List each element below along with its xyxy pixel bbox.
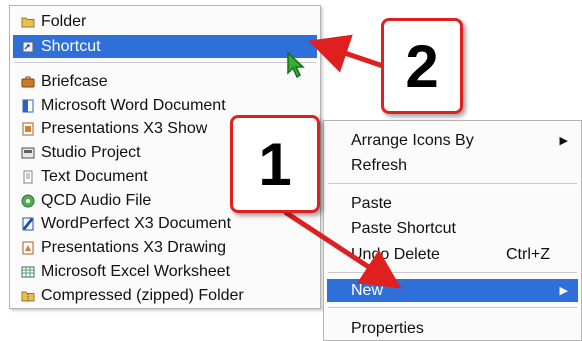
mouse-cursor-icon [287,51,305,79]
callout-1-arrow [283,209,402,289]
callout-2-arrow [308,34,384,73]
callout-number: 2 [405,32,439,100]
callout-2: 2 [381,18,463,114]
callout-1: 1 [230,115,320,213]
callout-number: 1 [258,130,292,198]
